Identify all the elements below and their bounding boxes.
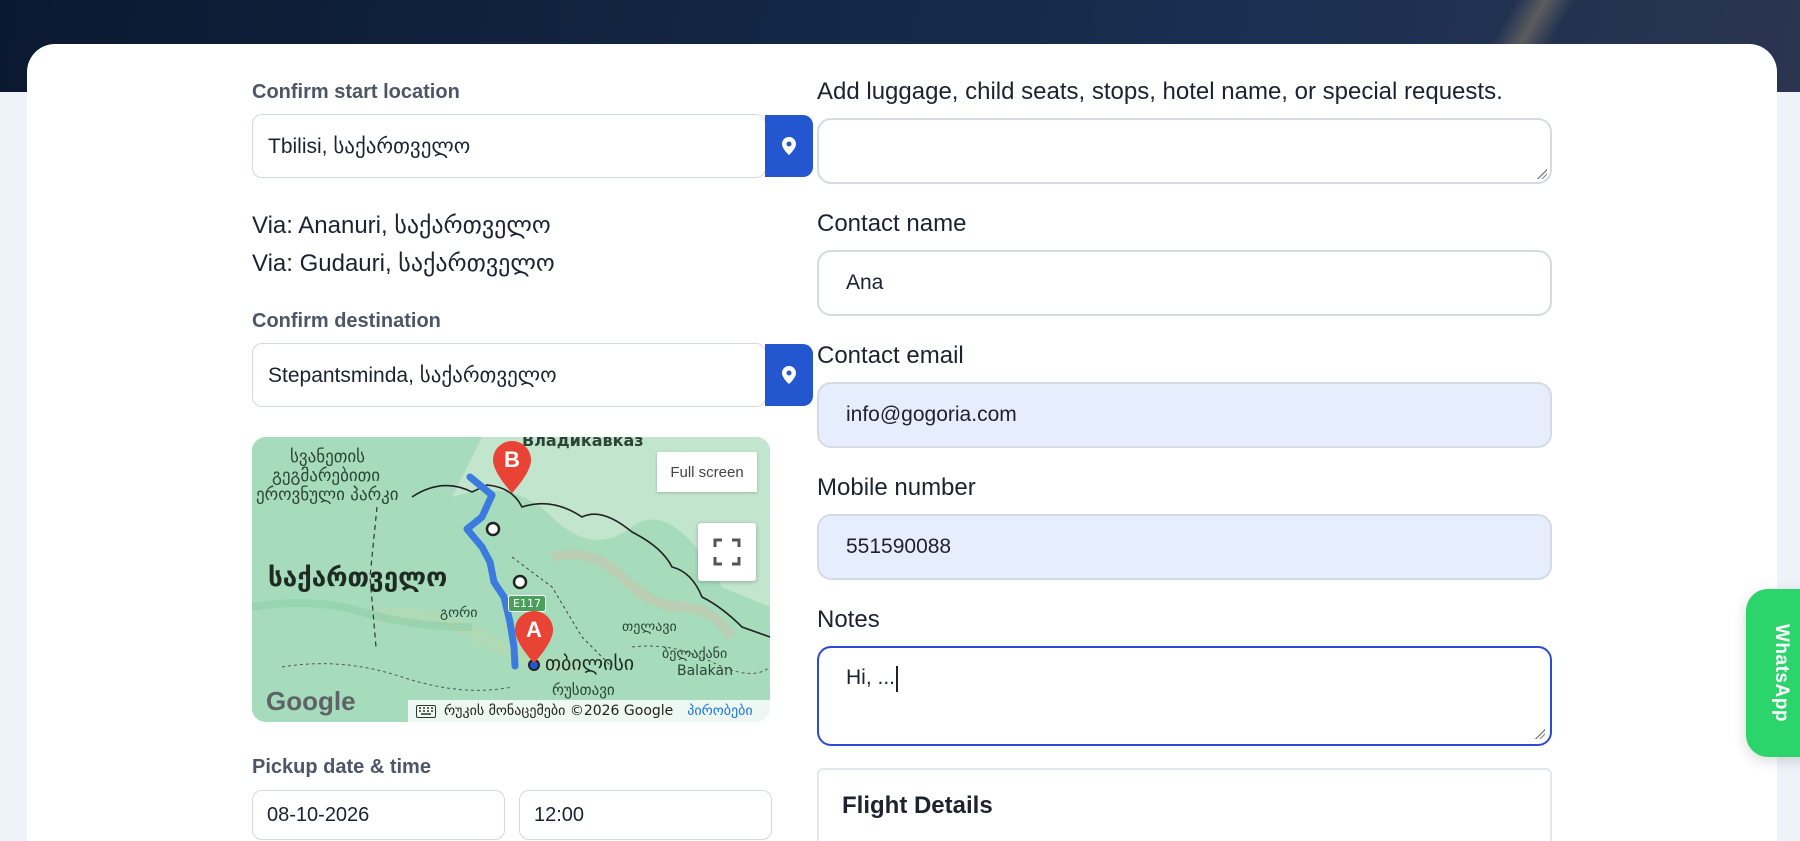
whatsapp-button[interactable]: WhatsApp: [1746, 589, 1800, 757]
flight-details-title: Flight Details: [842, 792, 993, 819]
map-place-label: ბელაქანი: [662, 646, 728, 662]
marker-b[interactable]: B: [493, 441, 531, 493]
map-place-label: Владикавказ: [522, 437, 644, 450]
flight-details-section: Flight Details: [817, 768, 1552, 841]
map-country-label: საქართველო: [268, 563, 448, 593]
whatsapp-label: WhatsApp: [1771, 624, 1792, 722]
start-location-input[interactable]: Tbilisi, საქართველო: [252, 114, 766, 178]
map-place-label: რუსთავი: [552, 681, 615, 699]
start-location-pin-button[interactable]: [765, 115, 813, 177]
map-place-label: სვანეთის: [290, 447, 366, 467]
road-label: E117: [508, 595, 546, 612]
via-stop: Via: Ananuri, საქართველო: [252, 212, 551, 239]
map-terms-link[interactable]: პირობები: [687, 703, 752, 719]
full-screen-tooltip: Full screen: [657, 452, 757, 492]
map-place-label: გორი: [440, 605, 478, 621]
contact-email-label: Contact email: [817, 342, 964, 369]
full-screen-button[interactable]: [698, 523, 756, 581]
keyboard-icon[interactable]: [416, 704, 436, 718]
destination-label: Confirm destination: [252, 310, 441, 332]
map-pin-icon: [782, 366, 796, 384]
text-caret: [896, 666, 898, 692]
destination-input[interactable]: Stepantsminda, საქართველო: [252, 343, 766, 407]
resize-handle[interactable]: [1537, 169, 1547, 179]
google-logo: Google: [266, 686, 356, 716]
mobile-number-label: Mobile number: [817, 474, 976, 501]
map-place-label: თელავი: [622, 619, 677, 635]
marker-a[interactable]: A: [515, 611, 553, 663]
marker-b-label: B: [504, 447, 520, 472]
marker-a-label: A: [526, 617, 542, 642]
contact-name-label: Contact name: [817, 210, 967, 237]
contact-name-input[interactable]: Ana: [817, 250, 1552, 316]
pickup-label: Pickup date & time: [252, 756, 431, 778]
via-stop: Via: Gudauri, საქართველო: [252, 250, 555, 277]
pickup-time-input[interactable]: 12:00: [519, 790, 772, 840]
requests-label: Add luggage, child seats, stops, hotel n…: [817, 78, 1503, 105]
map-pin-icon: [782, 137, 796, 155]
pickup-date-input[interactable]: 08-10-2026: [252, 790, 505, 840]
notes-label: Notes: [817, 606, 880, 633]
contact-email-input[interactable]: info@gogoria.com: [817, 382, 1552, 448]
requests-textarea[interactable]: [817, 118, 1552, 184]
map-place-label: გეგმარებითი: [272, 466, 381, 486]
notes-textarea[interactable]: Hi, ...: [817, 646, 1552, 746]
map-place-label: Balakan: [677, 663, 733, 679]
resize-handle[interactable]: [1535, 729, 1545, 739]
map-place-label: თბილისი: [545, 651, 635, 675]
map-attribution-bar: რუკის მონაცემები ©2026 Google პირობები: [408, 700, 770, 722]
map-place-label: ეროვნული პარკი: [256, 485, 399, 505]
fullscreen-icon: [713, 538, 741, 566]
map-attribution: რუკის მონაცემები ©2026 Google: [444, 703, 674, 719]
notes-text: Hi, ...: [846, 666, 896, 689]
destination-pin-button[interactable]: [765, 344, 813, 406]
start-location-label: Confirm start location: [252, 81, 460, 103]
mobile-number-input[interactable]: 551590088: [817, 514, 1552, 580]
